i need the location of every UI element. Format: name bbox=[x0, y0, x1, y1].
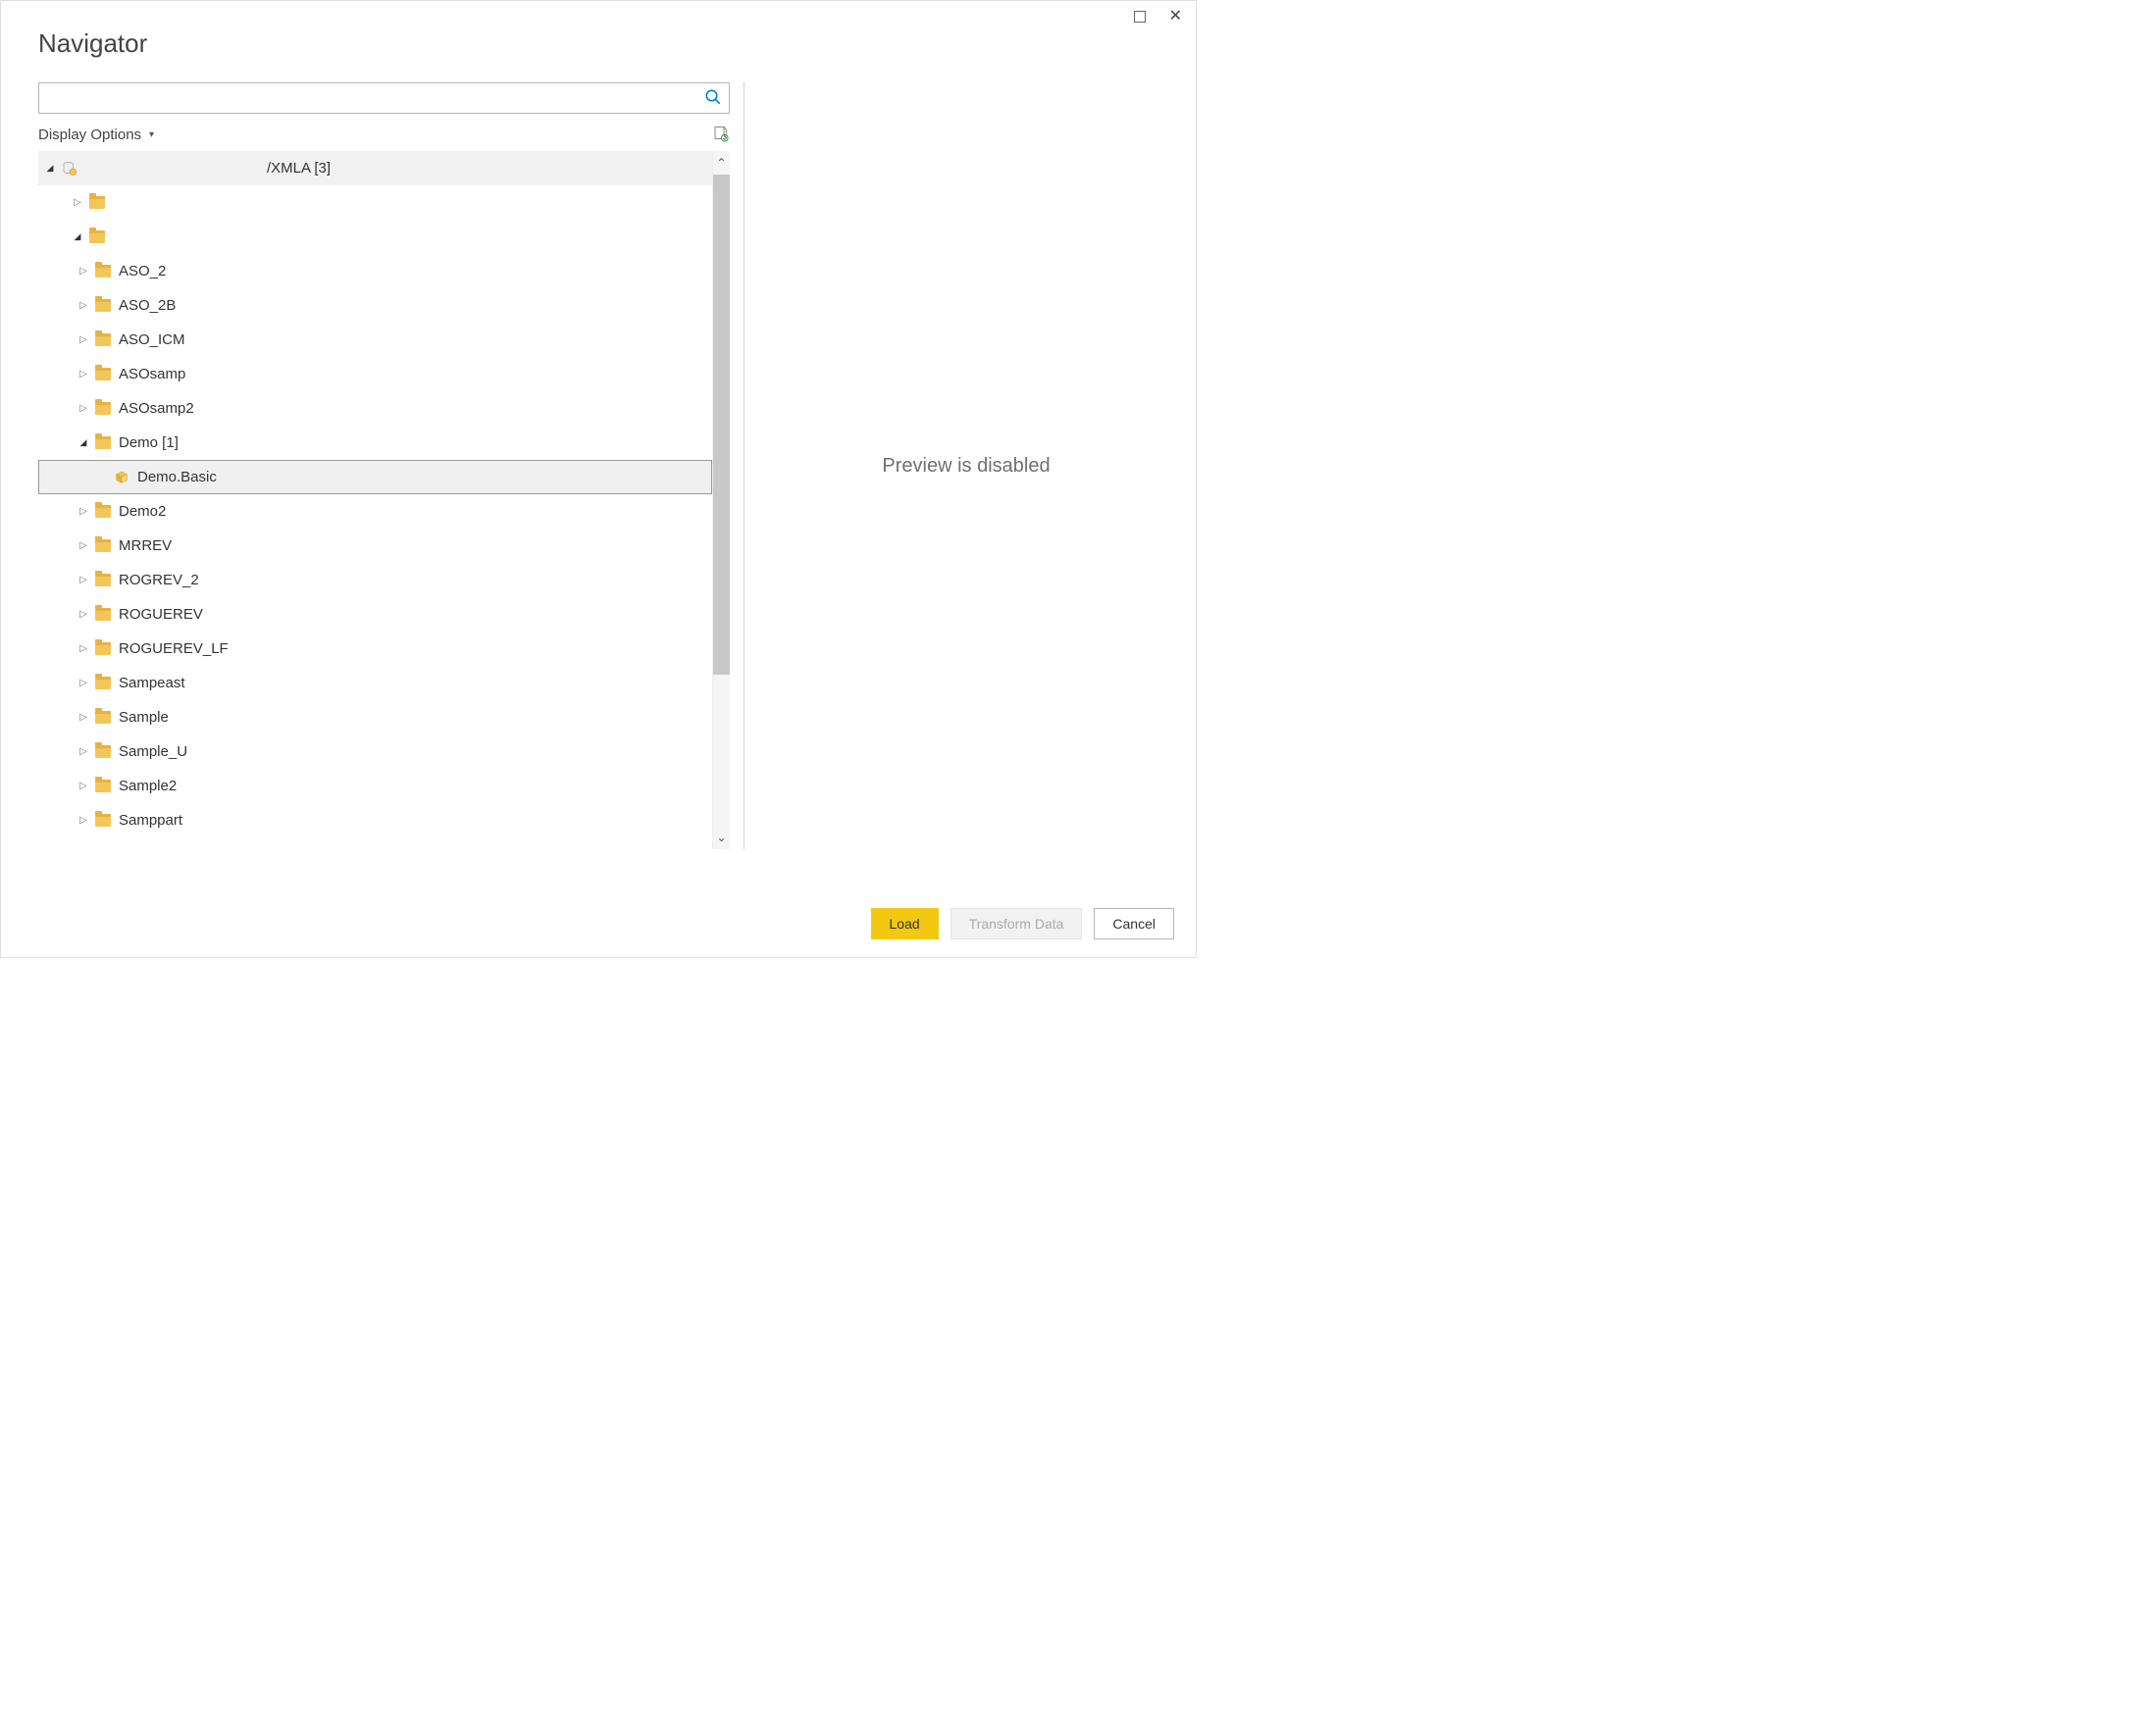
tree-item-label: Demo [1] bbox=[119, 434, 179, 451]
tree-item[interactable]: ASOsamp bbox=[38, 357, 712, 391]
tree-item[interactable]: Samppart bbox=[38, 803, 712, 837]
preview-message: Preview is disabled bbox=[882, 455, 1050, 478]
expander-icon[interactable] bbox=[77, 609, 89, 620]
expander-icon[interactable] bbox=[77, 334, 89, 345]
tree-root[interactable]: /XMLA [3] bbox=[38, 151, 712, 185]
tree-item[interactable]: Sampeast bbox=[38, 666, 712, 700]
folder-icon bbox=[95, 299, 111, 312]
folder-icon bbox=[95, 333, 111, 346]
tree-item[interactable]: ASO_2B bbox=[38, 288, 712, 323]
expander-icon[interactable] bbox=[77, 781, 89, 791]
folder-icon bbox=[89, 196, 105, 209]
vertical-scrollbar[interactable]: ⌃ ⌄ bbox=[712, 151, 730, 849]
folder-icon bbox=[95, 780, 111, 792]
load-button[interactable]: Load bbox=[871, 908, 939, 939]
expander-icon[interactable] bbox=[77, 575, 89, 585]
folder-icon bbox=[95, 677, 111, 689]
tree-item-label: Samppart bbox=[119, 812, 182, 829]
tree-item-label: ASOsamp bbox=[119, 366, 185, 382]
tree-item-selected[interactable]: Demo.Basic bbox=[38, 460, 712, 494]
expander-icon[interactable] bbox=[77, 369, 89, 379]
tree-item-label: ROGUEREV_LF bbox=[119, 640, 229, 657]
tree-item[interactable]: Sample bbox=[38, 700, 712, 734]
expander-icon[interactable] bbox=[77, 403, 89, 414]
expander-icon[interactable] bbox=[72, 197, 83, 208]
tree-item[interactable]: Sample2 bbox=[38, 769, 712, 803]
tree-item-label: Demo2 bbox=[119, 503, 166, 520]
cube-icon bbox=[114, 470, 129, 485]
scroll-thumb[interactable] bbox=[713, 175, 730, 675]
folder-icon bbox=[95, 436, 111, 449]
chevron-down-icon: ▾ bbox=[149, 129, 154, 140]
folder-icon bbox=[95, 711, 111, 724]
expander-icon[interactable] bbox=[77, 437, 89, 448]
scroll-up-icon[interactable]: ⌃ bbox=[713, 151, 730, 175]
tree-item-label: ASO_2B bbox=[119, 297, 176, 314]
expander-icon[interactable] bbox=[77, 643, 89, 654]
folder-icon bbox=[89, 230, 105, 243]
folder-icon bbox=[95, 745, 111, 758]
folder-icon bbox=[95, 402, 111, 415]
tree-item[interactable]: ROGUEREV_LF bbox=[38, 632, 712, 666]
expander-icon[interactable] bbox=[77, 266, 89, 277]
expander-icon[interactable] bbox=[77, 815, 89, 826]
tree-item[interactable] bbox=[38, 185, 712, 220]
tree-view[interactable]: /XMLA [3] ASO_2 ASO_2B ASO_ICM ASOsamp ASOsa… bbox=[38, 151, 712, 849]
search-icon[interactable] bbox=[704, 88, 722, 106]
folder-icon bbox=[95, 814, 111, 827]
tree-item[interactable]: Demo [1] bbox=[38, 426, 712, 460]
scroll-down-icon[interactable]: ⌄ bbox=[713, 826, 730, 849]
tree-item-label: ROGREV_2 bbox=[119, 572, 199, 588]
folder-icon bbox=[95, 505, 111, 518]
folder-icon bbox=[95, 539, 111, 552]
refresh-icon[interactable] bbox=[712, 126, 730, 143]
tree-root-label: /XMLA [3] bbox=[267, 160, 331, 177]
preview-panel: Preview is disabled bbox=[758, 82, 1174, 849]
tree-item-label: Sample2 bbox=[119, 778, 177, 794]
tree-item[interactable]: Sample_U bbox=[38, 734, 712, 769]
tree-item[interactable]: ROGREV_2 bbox=[38, 563, 712, 597]
expander-icon[interactable] bbox=[77, 712, 89, 723]
tree-item[interactable]: ASO_2 bbox=[38, 254, 712, 288]
search-input[interactable] bbox=[38, 82, 730, 114]
navigator-panel: Display Options ▾ bbox=[38, 82, 730, 849]
display-options-label: Display Options bbox=[38, 126, 141, 143]
tree-item[interactable]: ASOsamp2 bbox=[38, 391, 712, 426]
database-icon bbox=[62, 161, 77, 177]
expander-icon[interactable] bbox=[77, 300, 89, 311]
folder-icon bbox=[95, 265, 111, 278]
folder-icon bbox=[95, 574, 111, 586]
close-button[interactable]: ✕ bbox=[1169, 9, 1182, 25]
dialog-title: Navigator bbox=[38, 28, 1196, 59]
tree-item-label: ROGUEREV bbox=[119, 606, 203, 623]
tree-item-label: Sample_U bbox=[119, 743, 187, 760]
expander-icon[interactable] bbox=[72, 231, 83, 242]
tree-item-label: Demo.Basic bbox=[137, 469, 217, 485]
tree-item-label: Sampeast bbox=[119, 675, 185, 691]
tree-item[interactable] bbox=[38, 220, 712, 254]
transform-data-button: Transform Data bbox=[950, 908, 1083, 939]
expander-icon[interactable] bbox=[77, 678, 89, 688]
tree-item-label: ASO_2 bbox=[119, 263, 166, 279]
tree-item[interactable]: Demo2 bbox=[38, 494, 712, 529]
cancel-button[interactable]: Cancel bbox=[1094, 908, 1174, 939]
maximize-button[interactable] bbox=[1134, 11, 1146, 23]
tree-item-label: ASO_ICM bbox=[119, 331, 185, 348]
tree-item[interactable]: ASO_ICM bbox=[38, 323, 712, 357]
tree-item-label: Sample bbox=[119, 709, 169, 726]
expander-icon[interactable] bbox=[77, 540, 89, 551]
tree-item[interactable]: MRREV bbox=[38, 529, 712, 563]
folder-icon bbox=[95, 642, 111, 655]
folder-icon bbox=[95, 608, 111, 621]
tree-item-label: ASOsamp2 bbox=[119, 400, 194, 417]
expander-icon[interactable] bbox=[77, 746, 89, 757]
tree-item[interactable]: ROGUEREV bbox=[38, 597, 712, 632]
expander-icon[interactable] bbox=[77, 506, 89, 517]
folder-icon bbox=[95, 368, 111, 380]
expander-icon[interactable] bbox=[44, 163, 56, 174]
display-options-dropdown[interactable]: Display Options ▾ bbox=[38, 126, 154, 143]
tree-item-label: MRREV bbox=[119, 537, 172, 554]
